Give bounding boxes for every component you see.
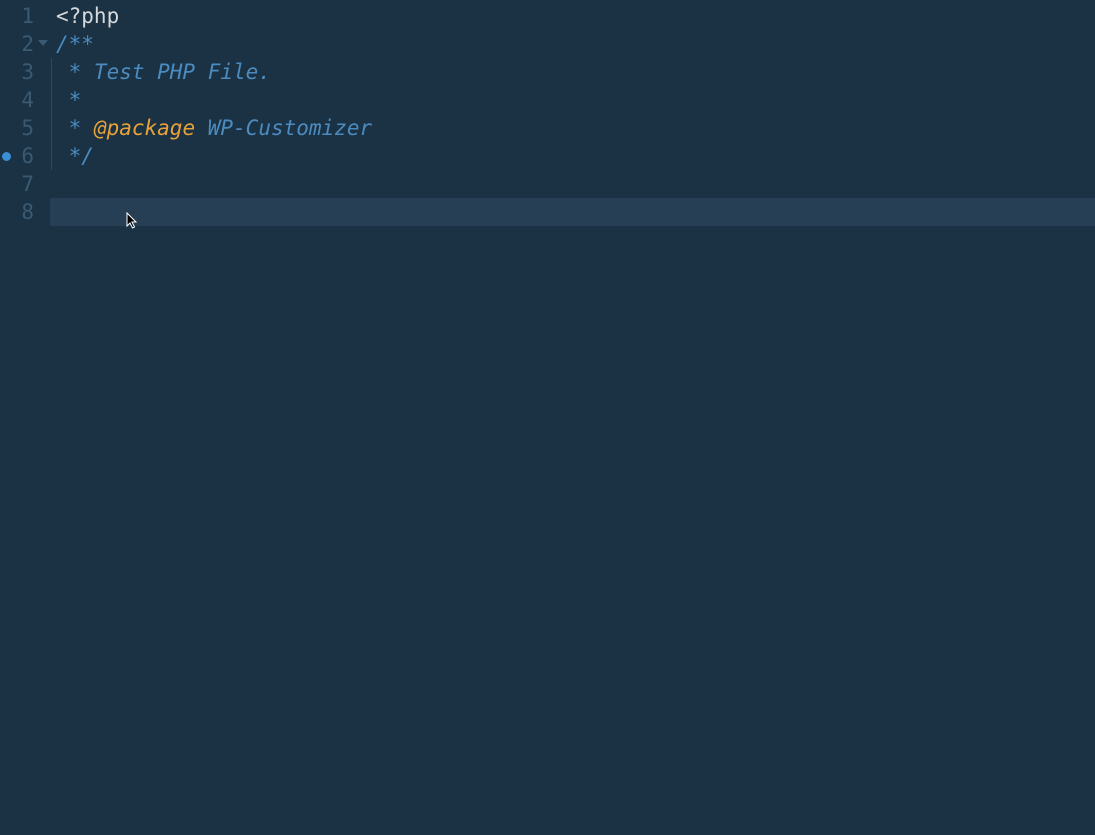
line-number[interactable]: 3 bbox=[0, 58, 50, 86]
token: * bbox=[56, 88, 81, 112]
token: */ bbox=[56, 144, 94, 168]
code-area[interactable]: <?php /** * Test PHP File. * * @package W… bbox=[50, 0, 1095, 835]
current-line-highlight bbox=[50, 198, 1095, 226]
token: @package bbox=[94, 116, 195, 140]
line-number[interactable]: 2 bbox=[0, 30, 50, 58]
code-line-content: * Test PHP File. bbox=[56, 60, 271, 84]
code-line-content: * @package WP-Customizer bbox=[56, 116, 372, 140]
code-line-content: */ bbox=[56, 144, 94, 168]
code-line[interactable]: <?php bbox=[50, 2, 1095, 30]
code-line[interactable]: * Test PHP File. bbox=[50, 58, 1095, 86]
code-line[interactable]: */ bbox=[50, 142, 1095, 170]
line-number[interactable]: 7 bbox=[0, 170, 50, 198]
indent-guide bbox=[51, 58, 52, 86]
token: /** bbox=[56, 32, 94, 56]
indent-guide bbox=[51, 114, 52, 142]
mouse-cursor-icon bbox=[126, 212, 140, 230]
code-editor[interactable]: 12345678 <?php /** * Test PHP File. * * @… bbox=[0, 0, 1095, 835]
line-number[interactable]: 5 bbox=[0, 114, 50, 142]
code-line[interactable]: * bbox=[50, 86, 1095, 114]
indent-guide bbox=[51, 86, 52, 114]
code-line[interactable]: /** bbox=[50, 30, 1095, 58]
code-line[interactable]: * @package WP-Customizer bbox=[50, 114, 1095, 142]
line-number[interactable]: 4 bbox=[0, 86, 50, 114]
token: WP-Customizer bbox=[208, 116, 372, 140]
gutter-marker-icon[interactable] bbox=[2, 152, 11, 161]
token: * bbox=[56, 116, 94, 140]
token: <?php bbox=[56, 4, 119, 28]
code-line[interactable] bbox=[50, 170, 1095, 198]
line-number[interactable]: 8 bbox=[0, 198, 50, 226]
code-line-content: * bbox=[56, 88, 81, 112]
code-line[interactable] bbox=[50, 198, 1095, 226]
token bbox=[195, 116, 208, 140]
code-line-content: /** bbox=[56, 32, 94, 56]
gutter: 12345678 bbox=[0, 0, 50, 835]
fold-down-icon[interactable] bbox=[38, 40, 48, 46]
token: * Test PHP File. bbox=[56, 60, 271, 84]
line-number[interactable]: 1 bbox=[0, 2, 50, 30]
code-line-content: <?php bbox=[56, 4, 119, 28]
indent-guide bbox=[51, 142, 52, 170]
